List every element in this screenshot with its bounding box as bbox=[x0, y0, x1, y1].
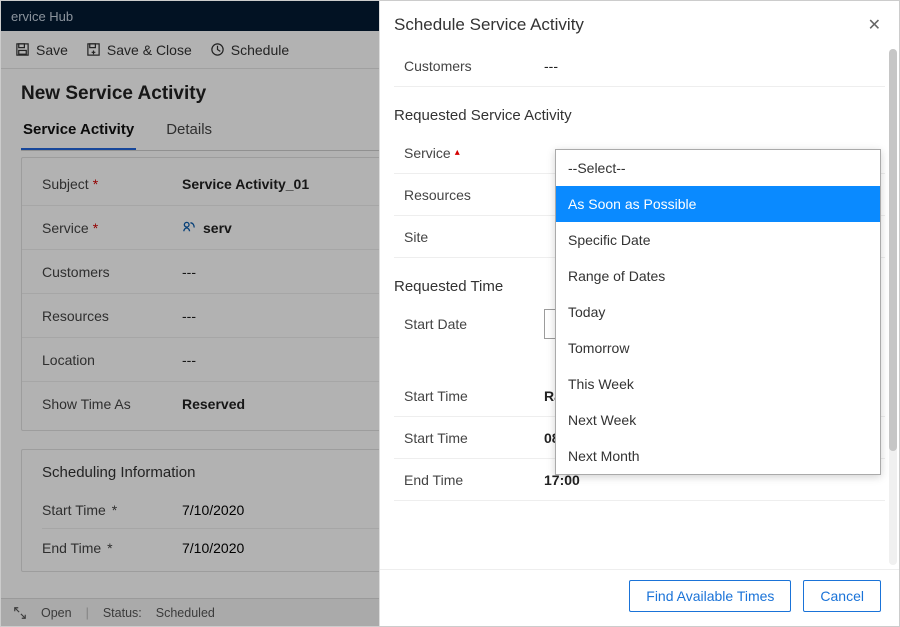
find-available-times-button[interactable]: Find Available Times bbox=[629, 580, 791, 612]
dropdown-option[interactable]: Next Week bbox=[556, 402, 880, 438]
resources-label: Resources bbox=[42, 308, 182, 324]
cancel-button[interactable]: Cancel bbox=[803, 580, 881, 612]
panel-starttime-label: Start Time bbox=[394, 430, 544, 446]
panel-resources-label: Resources bbox=[394, 187, 544, 203]
schedule-panel: Schedule Service Activity ✕ Customers --… bbox=[379, 1, 899, 626]
panel-title: Schedule Service Activity bbox=[394, 15, 584, 35]
status-value: Scheduled bbox=[156, 606, 215, 620]
subject-label: Subject bbox=[42, 176, 89, 192]
tab-service-activity[interactable]: Service Activity bbox=[21, 115, 136, 150]
required-indicator: * bbox=[107, 540, 112, 556]
dropdown-option[interactable]: Next Month bbox=[556, 438, 880, 474]
dropdown-option[interactable]: This Week bbox=[556, 366, 880, 402]
save-icon bbox=[15, 42, 30, 57]
dropdown-option[interactable]: Specific Date bbox=[556, 222, 880, 258]
save-close-icon bbox=[86, 42, 101, 57]
start-date-dropdown[interactable]: --Select-- As Soon as Possible Specific … bbox=[555, 149, 881, 475]
panel-startdate-label: Start Date bbox=[394, 316, 544, 332]
required-indicator: ▴ bbox=[455, 147, 460, 158]
showtime-label: Show Time As bbox=[42, 396, 182, 412]
end-time-value[interactable]: 7/10/2020 bbox=[182, 540, 244, 556]
scrollbar-thumb[interactable] bbox=[889, 49, 897, 451]
close-icon[interactable]: ✕ bbox=[868, 15, 881, 35]
schedule-icon bbox=[210, 42, 225, 57]
separator: | bbox=[86, 606, 89, 620]
panel-service-label: Service bbox=[404, 145, 451, 161]
end-time-label: End Time bbox=[42, 540, 101, 556]
section-requested-service: Requested Service Activity bbox=[394, 107, 885, 124]
start-time-value[interactable]: 7/10/2020 bbox=[182, 502, 244, 518]
schedule-button[interactable]: Schedule bbox=[210, 42, 289, 58]
panel-customers-label: Customers bbox=[394, 58, 544, 74]
panel-starttime-range-label: Start Time bbox=[394, 388, 544, 404]
save-label: Save bbox=[36, 42, 68, 58]
location-label: Location bbox=[42, 352, 182, 368]
panel-endtime-label: End Time bbox=[394, 472, 544, 488]
save-close-button[interactable]: Save & Close bbox=[86, 42, 192, 58]
panel-customers-value[interactable]: --- bbox=[544, 58, 885, 74]
customers-label: Customers bbox=[42, 264, 182, 280]
dropdown-option[interactable]: As Soon as Possible bbox=[556, 186, 880, 222]
dropdown-option[interactable]: Range of Dates bbox=[556, 258, 880, 294]
save-close-label: Save & Close bbox=[107, 42, 192, 58]
required-indicator: * bbox=[93, 220, 98, 236]
tab-details[interactable]: Details bbox=[164, 115, 214, 150]
required-indicator: * bbox=[93, 176, 98, 192]
service-icon bbox=[182, 220, 197, 235]
app-title: ervice Hub bbox=[11, 9, 73, 24]
save-button[interactable]: Save bbox=[15, 42, 68, 58]
panel-site-label: Site bbox=[394, 229, 544, 245]
dropdown-option-placeholder[interactable]: --Select-- bbox=[556, 150, 880, 186]
required-indicator: * bbox=[112, 502, 117, 518]
scrollbar[interactable] bbox=[889, 49, 897, 565]
service-label: Service bbox=[42, 220, 89, 236]
expand-icon[interactable] bbox=[13, 606, 27, 620]
status-open: Open bbox=[41, 606, 72, 620]
schedule-label: Schedule bbox=[231, 42, 289, 58]
dropdown-option[interactable]: Tomorrow bbox=[556, 330, 880, 366]
dropdown-option[interactable]: Today bbox=[556, 294, 880, 330]
start-time-label: Start Time bbox=[42, 502, 106, 518]
status-label: Status: bbox=[103, 606, 142, 620]
